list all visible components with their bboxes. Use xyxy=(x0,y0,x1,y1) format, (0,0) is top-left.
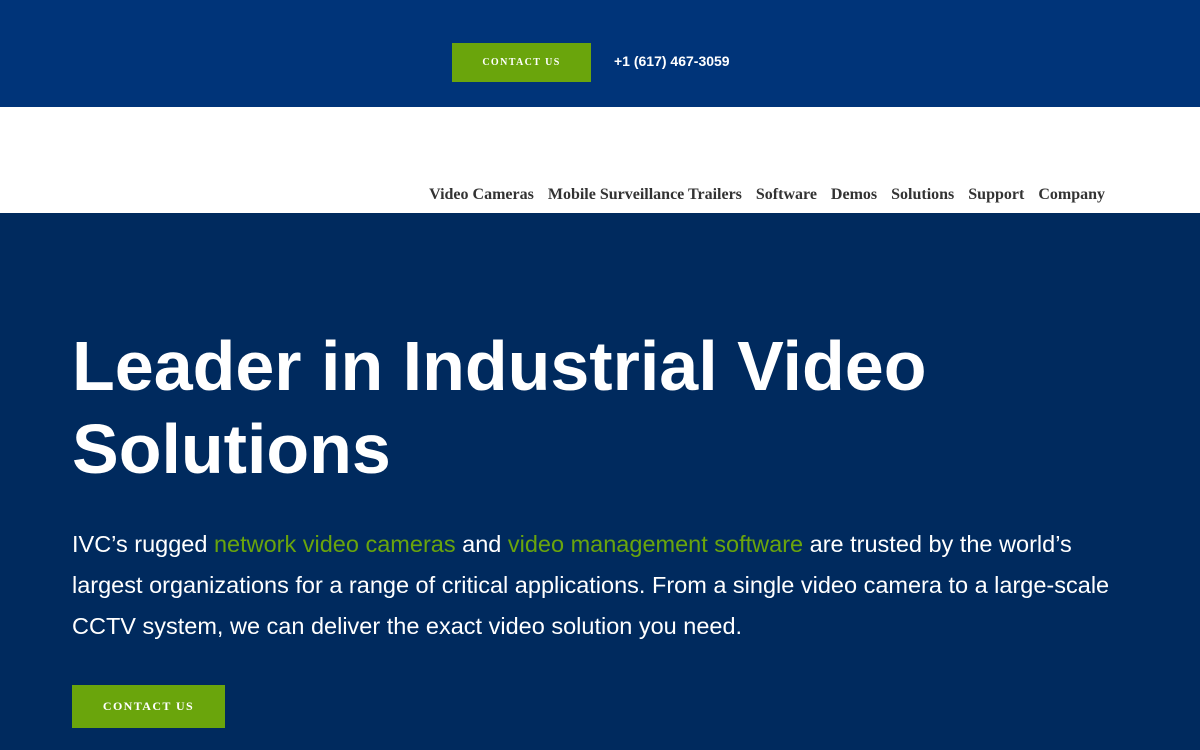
main-navigation: Video Cameras Mobile Surveillance Traile… xyxy=(0,107,1200,213)
hero-text-and: and xyxy=(455,531,508,557)
nav-menu: Video Cameras Mobile Surveillance Traile… xyxy=(429,185,1105,205)
video-management-software-link[interactable]: video management software xyxy=(508,531,803,557)
top-bar: Contact Us +1 (617) 467-3059 xyxy=(0,0,1200,107)
nav-item-mobile-surveillance-trailers[interactable]: Mobile Surveillance Trailers xyxy=(548,185,742,205)
hero-section: Leader in Industrial Video Solutions IVC… xyxy=(0,213,1200,750)
nav-item-software[interactable]: Software xyxy=(756,185,817,205)
phone-link[interactable]: +1 (617) 467-3059 xyxy=(614,53,730,69)
nav-item-demos[interactable]: Demos xyxy=(831,185,877,205)
hero-title: Leader in Industrial Video Solutions xyxy=(72,327,927,488)
nav-item-solutions[interactable]: Solutions xyxy=(891,185,954,205)
network-video-cameras-link[interactable]: network video cameras xyxy=(214,531,456,557)
hero-description: IVC’s rugged network video cameras and v… xyxy=(72,524,1132,647)
top-contact-us-button[interactable]: Contact Us xyxy=(452,43,591,82)
nav-item-company[interactable]: Company xyxy=(1038,185,1105,205)
hero-contact-us-button[interactable]: Contact Us xyxy=(72,685,225,728)
nav-item-support[interactable]: Support xyxy=(968,185,1024,205)
nav-item-video-cameras[interactable]: Video Cameras xyxy=(429,185,534,205)
hero-text-prefix: IVC’s rugged xyxy=(72,531,214,557)
